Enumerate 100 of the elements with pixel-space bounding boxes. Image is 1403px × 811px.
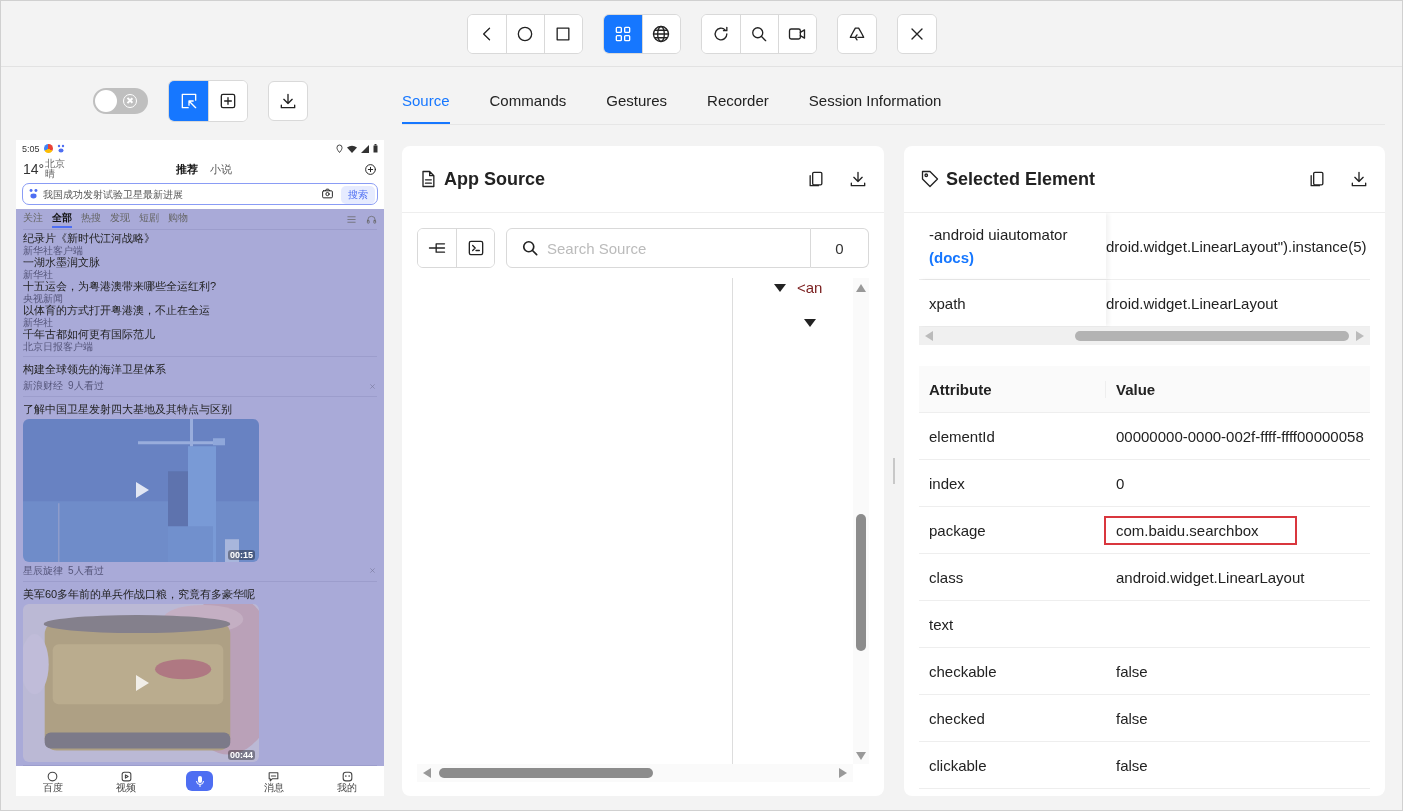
attribute-value: 0: [1115, 473, 1126, 494]
temperature-text: 14°: [23, 161, 45, 177]
search-field[interactable]: Search Source: [506, 228, 811, 268]
search-button[interactable]: 搜索: [341, 186, 375, 204]
app-switch-button[interactable]: [543, 14, 582, 53]
video-title[interactable]: 了解中国卫星发射四大基地及其特点与区别: [23, 402, 377, 417]
duration-text: 00:44: [227, 750, 255, 760]
microphone-icon: [196, 775, 204, 787]
recycle-button[interactable]: [837, 14, 876, 53]
source-text: 新华社: [23, 269, 53, 280]
top-tab[interactable]: 推荐: [175, 161, 198, 177]
close-button[interactable]: [897, 14, 936, 53]
channel-tab[interactable]: 全部: [52, 210, 72, 228]
source-text: 央视新闻: [23, 293, 64, 304]
column-header: Attribute: [919, 380, 1106, 398]
duration-text: 00:15: [227, 549, 255, 560]
download-icon: [1349, 169, 1369, 189]
attribute-value: com.baidu.searchbox: [1104, 515, 1297, 545]
add-circle-icon: [364, 162, 377, 176]
download-button[interactable]: [1349, 169, 1369, 189]
headline-link[interactable]: 一湖水墨润文脉: [23, 256, 377, 269]
tab[interactable]: Recorder: [707, 79, 769, 124]
view-count: 5人看过: [68, 563, 104, 578]
tap-mode-button[interactable]: [208, 81, 247, 121]
source-text: 北京日报客户端: [23, 341, 94, 352]
attribute-name: class: [928, 568, 965, 586]
horizontal-scrollbar[interactable]: [417, 764, 853, 782]
headline-link[interactable]: 千年古都如何更有国际范儿: [23, 328, 377, 341]
tab[interactable]: Session Information: [808, 79, 942, 124]
native-mode-button[interactable]: [603, 14, 642, 53]
view-count: 9人看过: [68, 379, 104, 393]
chat-bubble-icon: [267, 769, 281, 783]
globe-icon: [651, 23, 671, 44]
tab[interactable]: Gestures: [606, 79, 668, 124]
source-text: 新华社: [23, 317, 53, 328]
attribute-name: checkable: [928, 662, 998, 680]
tree-node-tag[interactable]: <an: [797, 279, 823, 296]
vertical-scrollbar[interactable]: [853, 278, 869, 764]
nav-item[interactable]: 消息: [236, 769, 311, 793]
select-element-button[interactable]: [169, 81, 208, 121]
article-title[interactable]: 构建全球领先的海洋卫星体系: [23, 362, 377, 377]
battery-icon: [373, 144, 378, 153]
attribute-value: false: [1115, 708, 1149, 729]
terminal-button[interactable]: [456, 229, 494, 267]
headline-link[interactable]: 以体育的方式打开粤港澳，不止在全运: [23, 304, 377, 317]
source-text: 新浪财经: [23, 379, 63, 393]
face-square-icon: [340, 769, 354, 783]
attribute-value: 00000000-0000-002f-ffff-ffff00000058: [1115, 426, 1365, 447]
app-icon: [43, 144, 53, 153]
download-icon: [278, 91, 298, 111]
tag-icon: [920, 169, 940, 189]
selector-name: -android uiautomator: [929, 226, 1069, 243]
attribute-name: clickable: [928, 756, 988, 774]
web-mode-button[interactable]: [641, 14, 680, 53]
column-header: Value: [1115, 379, 1157, 400]
record-button[interactable]: [777, 14, 816, 53]
source-text: 星辰旋律: [23, 563, 63, 578]
tab[interactable]: Source: [402, 79, 450, 124]
device-screen[interactable]: [16, 140, 384, 796]
attribute-value: false: [1115, 755, 1149, 776]
search-icon: [520, 238, 540, 258]
panel-title: Selected Element: [946, 168, 1097, 190]
splitter-handle[interactable]: [893, 458, 895, 484]
selector-name: xpath: [929, 294, 967, 312]
nav-item[interactable]: 视频: [89, 769, 164, 793]
attribute-value: android.widget.LinearLayout: [1115, 567, 1306, 588]
download-button[interactable]: [848, 169, 868, 189]
voice-button[interactable]: [186, 771, 214, 791]
highlighted-element[interactable]: [16, 209, 384, 766]
download-icon: [848, 169, 868, 189]
selector-value: droid.widget.LinearLayout").instance(5): [1106, 237, 1367, 255]
clock-text: 5:05: [22, 143, 40, 154]
caret-icon[interactable]: [803, 317, 817, 328]
nav-item[interactable]: 我的: [310, 769, 384, 793]
attribute-name: elementId: [928, 427, 996, 445]
match-count: 0: [811, 228, 869, 268]
attribute-name: text: [928, 615, 955, 633]
camera-icon: [321, 187, 334, 200]
headline-link[interactable]: 纪录片《新时代江河战略》: [23, 232, 377, 245]
attribute-name: checked: [928, 709, 986, 727]
video-title[interactable]: 美军60多年前的单兵作战口粮，究竟有多豪华呢: [23, 586, 377, 602]
headline-link[interactable]: 十五运会，为粤港澳带来哪些全运红利?: [23, 280, 377, 293]
toggle-switch[interactable]: [93, 88, 148, 114]
docs-link[interactable]: (docs): [929, 249, 1096, 266]
caret-icon[interactable]: [773, 282, 787, 293]
weather-text: 晴: [45, 169, 56, 179]
tab[interactable]: Commands: [489, 79, 567, 124]
horizontal-scrollbar[interactable]: [919, 327, 1370, 345]
plus-box-icon: [218, 91, 238, 111]
selector-value: droid.widget.LinearLayout: [1106, 294, 1278, 312]
top-tab[interactable]: 小说: [209, 161, 232, 177]
attribute-name: index: [928, 474, 966, 492]
nav-item[interactable]: 百度: [16, 769, 90, 793]
menu-icon: [346, 213, 357, 225]
play-icon[interactable]: [134, 481, 150, 500]
attribute-name: package: [928, 521, 987, 539]
download-button[interactable]: [268, 81, 308, 121]
location-icon: [336, 144, 343, 153]
source-text: 新华社客户端: [23, 245, 83, 256]
attribute-value: false: [1115, 661, 1149, 682]
